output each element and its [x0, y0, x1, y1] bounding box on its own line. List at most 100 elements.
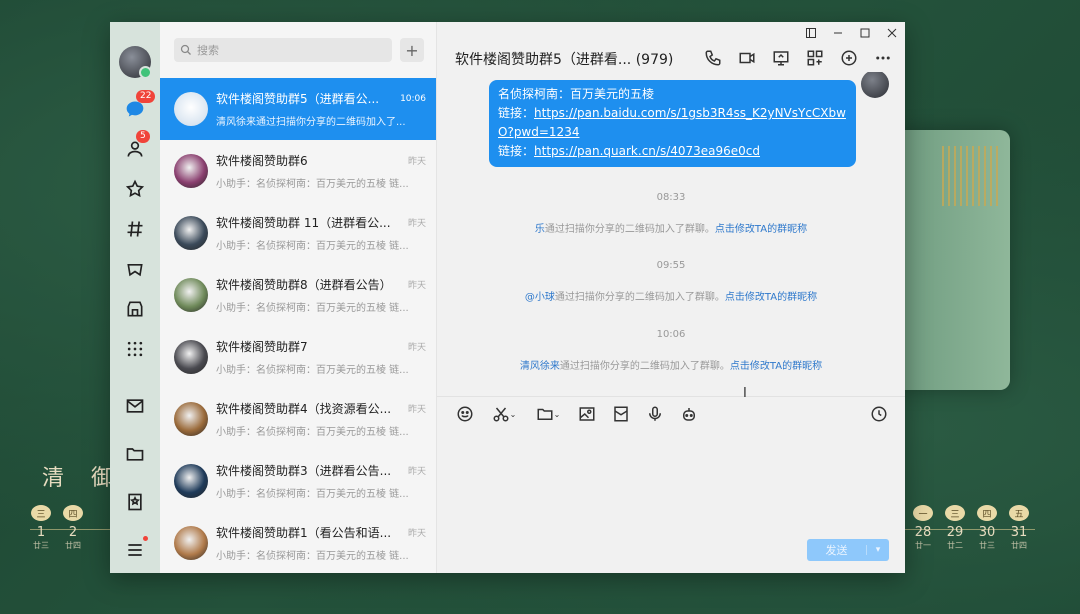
nav-games[interactable] [122, 256, 148, 282]
shop-icon [127, 301, 143, 317]
screen-share-button[interactable] [771, 48, 791, 68]
day-number: 2 [68, 525, 78, 540]
weekday-dot: 四 [977, 505, 997, 521]
wallpaper-book-art [898, 130, 1010, 390]
notice-text: 通过扫描你分享的二维码加入了群聊。 [544, 224, 715, 235]
my-avatar[interactable] [119, 46, 152, 79]
add-button[interactable]: + [400, 38, 424, 62]
conversation-item[interactable]: 软件楼阁赞助群6 昨天 小助手：名侦探柯南：百万美元的五棱 链... [160, 140, 436, 202]
voice-message-button[interactable] [645, 404, 665, 424]
more-apps-button[interactable] [805, 48, 825, 68]
red-packet-button[interactable] [611, 404, 631, 424]
search-icon [180, 44, 191, 55]
hamburger-menu-icon [128, 544, 142, 556]
conversation-item[interactable]: 软件楼阁赞助群8（进群看公告） 昨天 小助手：名侦探柯南：百万美元的五棱 链... [160, 264, 436, 326]
qq-window: 22 5 搜索 + 软件楼阁赞助群5（进群看公... 10:06 清风徐来通过扫… [110, 22, 905, 573]
edit-nickname-link[interactable]: 点击修改TA的群昵称 [715, 224, 807, 235]
group-avatar [174, 92, 208, 126]
nav-channels[interactable] [122, 216, 148, 242]
group-avatar [174, 464, 208, 498]
conversation-name: 软件楼阁赞助群6 [216, 154, 308, 168]
ellipsis-icon [876, 56, 890, 60]
member-name-link[interactable]: 乐 [535, 224, 545, 235]
baidu-link[interactable]: https://pan.baidu.com/s/1gsb3R4ss_K2yNVs… [498, 106, 846, 139]
message-bubble[interactable]: 名侦探柯南：百万美元的五棱 链接：https://pan.baidu.com/s… [489, 80, 856, 167]
conversation-item[interactable]: 软件楼阁赞助群1（看公告和语... 昨天 小助手：名侦探柯南：百万美元的五棱 链.… [160, 512, 436, 573]
calendar-day: 五 31 廿四 [1008, 505, 1030, 551]
conversation-item[interactable]: 软件楼阁赞助群7 昨天 小助手：名侦探柯南：百万美元的五棱 链... [160, 326, 436, 388]
conversation-body: 软件楼阁赞助群7 昨天 小助手：名侦探柯南：百万美元的五棱 链... [216, 338, 426, 376]
history-button[interactable] [869, 404, 889, 424]
event-timestamp: 10:06 [656, 329, 686, 340]
nav-messages[interactable]: 22 [122, 90, 156, 122]
conversation-name: 软件楼阁赞助群8（进群看公告） [216, 278, 392, 292]
nav-apps[interactable] [122, 336, 148, 362]
system-notice: 乐通过扫描你分享的二维码加入了群聊。点击修改TA的群昵称 [437, 220, 905, 235]
conversation-name: 软件楼阁赞助群1（看公告和语... [216, 526, 392, 540]
lunar-date: 廿三 [33, 541, 49, 550]
sender-avatar[interactable] [861, 72, 889, 98]
emoji-button[interactable] [455, 404, 475, 424]
baidu-link-label: 链接： [498, 106, 535, 120]
more-options-button[interactable] [873, 48, 893, 68]
quark-link[interactable]: https://pan.quark.cn/s/4073ea96e0cd [534, 144, 760, 158]
member-name-link[interactable]: @小球 [525, 292, 555, 303]
robot-button[interactable] [679, 404, 699, 424]
conversation-time: 10:06 [400, 93, 426, 104]
conversation-time: 昨天 [407, 343, 426, 353]
video-call-button[interactable] [737, 48, 757, 68]
weekday-dot: 三 [945, 505, 965, 521]
member-name-link[interactable]: 清风徐来 [520, 361, 560, 372]
calendar-day: 三 1 廿三 [30, 505, 52, 551]
conversation-item[interactable]: 软件楼阁赞助群 11（进群看公... 昨天 小助手：名侦探柯南：百万美元的五棱 链… [160, 202, 436, 264]
nav-mall[interactable] [122, 296, 148, 322]
nav-menu[interactable] [122, 536, 148, 563]
group-avatar [174, 278, 208, 312]
chevron-down-icon: ⌄ [553, 409, 561, 419]
conversation-body: 软件楼阁赞助群1（看公告和语... 昨天 小助手：名侦探柯南：百万美元的五棱 链.… [216, 524, 426, 562]
chevron-down-icon: ⌄ [509, 409, 517, 419]
conversation-item[interactable]: 软件楼阁赞助群4（找资源看公... 昨天 小助手：名侦探柯南：百万美元的五棱 链.… [160, 388, 436, 450]
conversation-preview: 清风徐来通过扫描你分享的二维码加入了... [216, 117, 406, 128]
voice-call-button[interactable] [703, 48, 723, 68]
contacts-badge: 5 [136, 130, 150, 143]
message-input[interactable]: 发送 ▾ [437, 431, 905, 573]
hash-icon [127, 221, 143, 237]
group-avatar [174, 216, 208, 250]
nav-files[interactable] [122, 441, 148, 467]
conversation-time: 昨天 [407, 405, 426, 415]
conversation-body: 软件楼阁赞助群3（进群看公告... 昨天 小助手：名侦探柯南：百万美元的五棱 链.… [216, 462, 426, 500]
clock-icon [871, 406, 887, 422]
video-icon [739, 52, 755, 64]
bubble-line-title: 名侦探柯南：百万美元的五棱 [498, 87, 655, 101]
star-icon [125, 179, 145, 198]
image-button[interactable] [577, 404, 597, 424]
event-timestamp: 09:55 [656, 260, 686, 271]
robot-icon [683, 408, 695, 421]
send-label: 发送 [825, 544, 848, 557]
search-input[interactable]: 搜索 [174, 38, 392, 62]
edit-nickname-link[interactable]: 点击修改TA的群昵称 [725, 292, 817, 303]
file-button[interactable]: ⌄ [533, 404, 563, 424]
conversation-item[interactable]: 软件楼阁赞助群5（进群看公... 10:06 清风徐来通过扫描你分享的二维码加入了… [160, 78, 436, 140]
bookmark-icon [128, 493, 142, 511]
send-options-chevron-icon[interactable]: ▾ [866, 545, 889, 555]
conversation-item[interactable]: 软件楼阁赞助群3（进群看公告... 昨天 小助手：名侦探柯南：百万美元的五棱 链.… [160, 450, 436, 512]
add-member-button[interactable] [839, 48, 859, 68]
nav-contacts[interactable]: 5 [122, 130, 150, 162]
send-button[interactable]: 发送 ▾ [807, 539, 889, 561]
nav-mail[interactable] [122, 393, 148, 419]
conversation-preview: 小助手：名侦探柯南：百万美元的五棱 链... [216, 489, 409, 500]
conversation-name: 软件楼阁赞助群3（进群看公告... [216, 464, 392, 478]
messages-badge: 22 [136, 90, 156, 103]
edit-nickname-link[interactable]: 点击修改TA的群昵称 [730, 361, 822, 372]
conversation-preview: 小助手：名侦探柯南：百万美元的五棱 链... [216, 551, 409, 562]
conversation-name: 软件楼阁赞助群5（进群看公... [216, 92, 380, 106]
group-avatar [174, 340, 208, 374]
nav-favorites[interactable] [122, 176, 148, 202]
day-number: 28 [914, 525, 932, 540]
nav-bookmarks[interactable] [122, 489, 148, 515]
lunar-date: 廿四 [1011, 541, 1027, 550]
text-cursor-icon: I [743, 386, 747, 401]
screenshot-button[interactable]: ⌄ [489, 404, 519, 424]
